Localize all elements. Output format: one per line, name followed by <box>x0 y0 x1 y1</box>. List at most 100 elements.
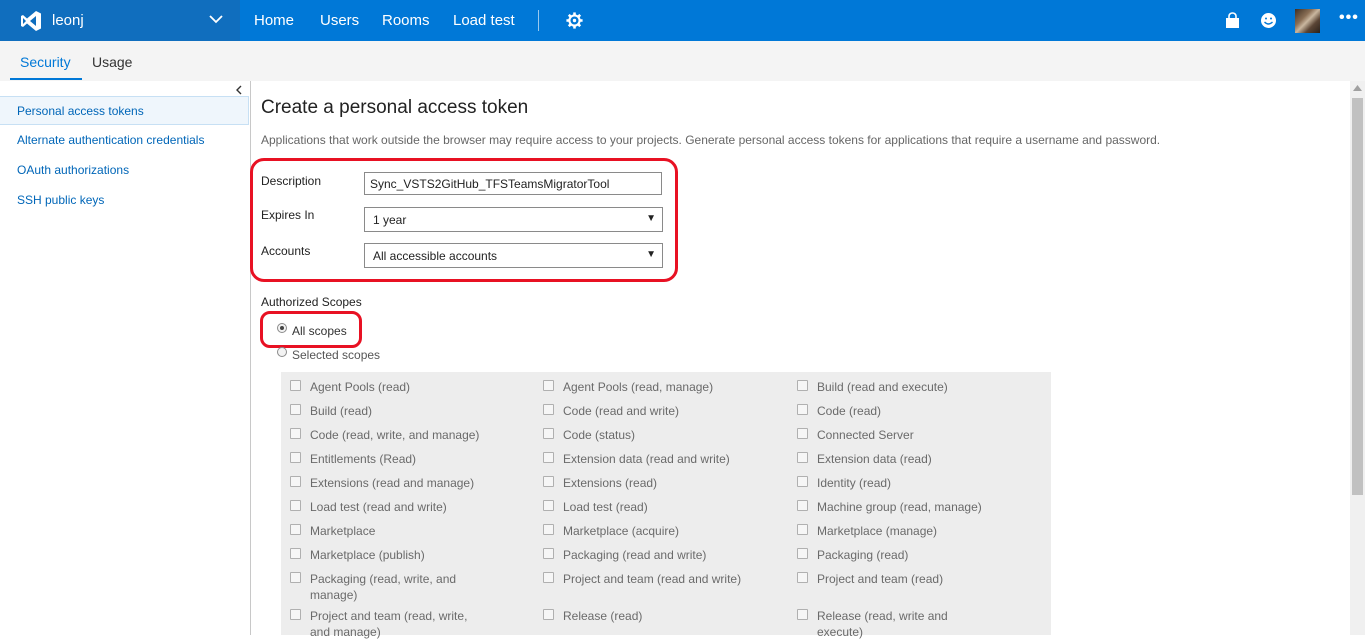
scope-checkbox[interactable] <box>290 609 301 620</box>
scope-label: Packaging (read, write, and manage) <box>310 572 457 602</box>
scope-label: Extension data (read) <box>817 452 932 466</box>
smiley-feedback-icon[interactable] <box>1260 12 1277 29</box>
page-title: Create a personal access token <box>261 97 529 118</box>
scope-checkbox[interactable] <box>290 428 301 439</box>
scope-checkbox[interactable] <box>797 452 808 463</box>
top-bar: leonj Home Users Rooms Load test ••• <box>0 0 1365 41</box>
scope-checkbox[interactable] <box>543 380 554 391</box>
account-name: leonj <box>52 12 84 29</box>
scope-checkbox[interactable] <box>290 380 301 391</box>
scope-checkbox[interactable] <box>290 476 301 487</box>
scope-label: Packaging (read) <box>817 548 909 562</box>
scope-checkbox[interactable] <box>543 572 554 583</box>
scope-label: Marketplace (publish) <box>310 548 425 562</box>
dropdown-arrow-icon: ▼ <box>646 249 656 260</box>
nav-load-test[interactable]: Load test <box>453 12 515 29</box>
sidebar-item-personal-access-tokens[interactable]: Personal access tokens <box>0 96 249 125</box>
scope-label: Entitlements (Read) <box>310 452 417 466</box>
nav-home[interactable]: Home <box>254 12 294 29</box>
description-field[interactable] <box>364 172 662 195</box>
scope-checkbox[interactable] <box>543 524 554 535</box>
scope-checkbox[interactable] <box>290 524 301 535</box>
chevron-down-icon[interactable] <box>209 14 223 24</box>
scope-label: Packaging (read and write) <box>563 548 707 562</box>
scope-label: Extensions (read) <box>563 476 658 490</box>
nav-rooms[interactable]: Rooms <box>382 12 430 29</box>
expires-select[interactable]: 1 year ▼ <box>364 207 663 232</box>
scope-checkbox[interactable] <box>797 500 808 511</box>
scope-checkbox[interactable] <box>797 524 808 535</box>
scope-checkbox[interactable] <box>543 428 554 439</box>
scrollbar-thumb[interactable] <box>1352 98 1363 495</box>
scope-checkbox[interactable] <box>290 572 301 583</box>
description-label: Description <box>261 174 322 188</box>
hub-tabs: Security Usage <box>0 41 1365 81</box>
dropdown-arrow-icon: ▼ <box>646 213 656 224</box>
scope-checkbox[interactable] <box>290 548 301 559</box>
scope-label: Code (read, write, and manage) <box>310 428 480 442</box>
scope-checkbox[interactable] <box>543 404 554 415</box>
nav-users[interactable]: Users <box>320 12 359 29</box>
scope-checkbox[interactable] <box>543 548 554 559</box>
scrollbar[interactable] <box>1350 81 1365 635</box>
sidebar-item-alternate-credentials[interactable]: Alternate authentication credentials <box>0 126 249 155</box>
scope-label: Project and team (read) <box>817 572 944 586</box>
sidebar-item-ssh-public-keys[interactable]: SSH public keys <box>0 186 249 215</box>
scope-label: Project and team (read, write, and manag… <box>310 609 468 639</box>
scope-label: Load test (read and write) <box>310 500 447 514</box>
scope-checkbox[interactable] <box>797 572 808 583</box>
scope-checkbox[interactable] <box>543 609 554 620</box>
selected-scopes-label: Selected scopes <box>292 348 381 362</box>
scope-checkbox[interactable] <box>797 380 808 391</box>
all-scopes-radio[interactable] <box>277 323 287 333</box>
expires-value: 1 year <box>373 213 407 227</box>
scope-label: Project and team (read and write) <box>563 572 742 586</box>
scope-checkbox[interactable] <box>543 500 554 511</box>
scope-label: Release (read, write and execute) <box>817 609 948 639</box>
scope-label: Agent Pools (read) <box>310 380 411 394</box>
gear-icon[interactable] <box>566 12 583 29</box>
active-tab-indicator <box>10 78 82 80</box>
scope-checkbox[interactable] <box>797 476 808 487</box>
nav-divider <box>538 10 539 31</box>
shopping-bag-icon[interactable] <box>1224 12 1241 29</box>
scope-checkbox[interactable] <box>797 609 808 620</box>
scopes-grid: Agent Pools (read) Agent Pools (read, man… <box>281 372 1051 639</box>
accounts-label: Accounts <box>261 244 311 258</box>
scope-label: Code (status) <box>563 428 636 442</box>
scope-label: Agent Pools (read, manage) <box>563 380 714 394</box>
scroll-up-arrow-icon[interactable] <box>1353 85 1362 91</box>
account-switcher[interactable]: leonj <box>0 0 240 41</box>
scope-label: Marketplace <box>310 524 376 538</box>
tab-usage[interactable]: Usage <box>92 54 132 70</box>
scope-checkbox[interactable] <box>797 404 808 415</box>
scope-checkbox[interactable] <box>290 500 301 511</box>
tab-security[interactable]: Security <box>20 54 71 70</box>
more-icon[interactable]: ••• <box>1339 10 1358 28</box>
accounts-select[interactable]: All accessible accounts ▼ <box>364 243 663 268</box>
scope-label: Connected Server <box>817 428 914 442</box>
scope-label: Marketplace (manage) <box>817 524 938 538</box>
all-scopes-label: All scopes <box>292 324 347 338</box>
scope-label: Build (read and execute) <box>817 380 948 394</box>
scope-label: Identity (read) <box>817 476 892 490</box>
expires-label: Expires In <box>261 208 315 222</box>
scope-checkbox[interactable] <box>290 452 301 463</box>
scope-checkbox[interactable] <box>543 476 554 487</box>
chevron-left-icon[interactable] <box>234 85 244 95</box>
scope-checkbox[interactable] <box>543 452 554 463</box>
scope-label: Load test (read) <box>563 500 648 514</box>
selected-scopes-radio[interactable] <box>277 347 287 357</box>
avatar[interactable] <box>1295 9 1320 33</box>
scope-label: Release (read) <box>563 609 643 623</box>
scope-label: Code (read) <box>817 404 882 418</box>
scope-checkbox[interactable] <box>797 428 808 439</box>
scope-checkbox[interactable] <box>290 404 301 415</box>
sidebar-item-oauth-authorizations[interactable]: OAuth authorizations <box>0 156 249 185</box>
scope-label: Build (read) <box>310 404 373 418</box>
scope-label: Extensions (read and manage) <box>310 476 475 490</box>
main-content: Create a personal access token Applicati… <box>250 81 1350 639</box>
scope-label: Marketplace (acquire) <box>563 524 680 538</box>
page-description: Applications that work outside the brows… <box>261 133 1161 147</box>
scope-checkbox[interactable] <box>797 548 808 559</box>
